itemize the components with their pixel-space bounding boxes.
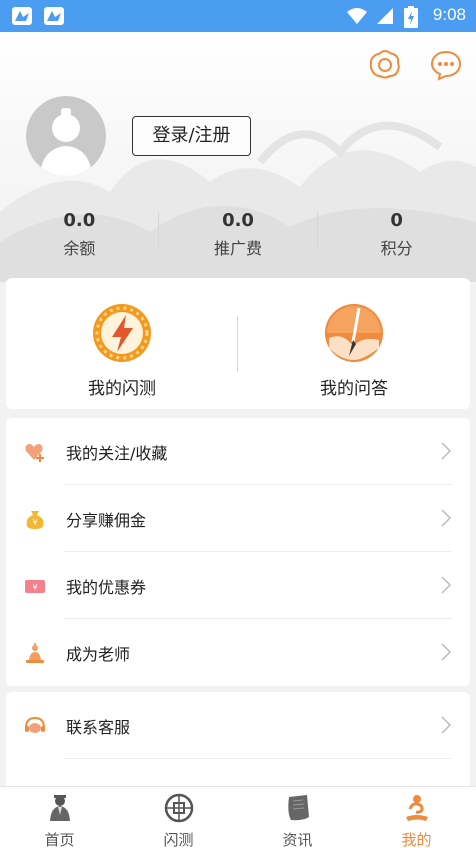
menu-item-label: 成为老师 xyxy=(66,644,131,664)
tab-label: 我的 xyxy=(401,831,432,848)
chevron-right-icon xyxy=(441,643,452,661)
my-figure-icon xyxy=(405,795,428,821)
svg-text:¥: ¥ xyxy=(32,583,37,592)
stat-label: 推广费 xyxy=(214,239,263,258)
tab-label: 闪测 xyxy=(163,831,194,848)
divider xyxy=(237,316,238,372)
coin-pattern-icon xyxy=(164,793,193,823)
stat-points[interactable]: 0 积分 xyxy=(317,208,476,268)
scroll-icon xyxy=(287,795,309,821)
login-register-button[interactable]: 登录/注册 xyxy=(132,116,251,156)
heart-plus-icon xyxy=(25,443,44,462)
tab-label: 首页 xyxy=(44,831,75,848)
quick-action-label: 我的问答 xyxy=(320,379,388,399)
tab-news[interactable]: 资讯 xyxy=(238,787,357,848)
menu-item-favorites[interactable]: 我的关注/收藏 xyxy=(6,418,470,485)
message-icon[interactable] xyxy=(429,48,463,82)
my-qa-button[interactable]: 我的问答 xyxy=(238,278,470,409)
stat-label: 积分 xyxy=(380,239,413,258)
menu-item-customer-service[interactable]: 联系客服 xyxy=(6,692,470,759)
notification-app-icon xyxy=(12,7,32,25)
menu-group-secondary: 联系客服 xyxy=(6,692,470,792)
my-quick-test-button[interactable]: 我的闪测 xyxy=(6,278,238,409)
wifi-icon xyxy=(347,8,367,24)
sage-figure-icon xyxy=(49,795,70,821)
battery-charging-icon xyxy=(404,6,418,28)
stat-value: 0.0 xyxy=(222,210,254,231)
customer-service-icon xyxy=(25,716,45,733)
status-bar: 9:08 xyxy=(0,0,476,32)
coupon-icon: ¥ xyxy=(25,579,45,593)
stat-promotion-fee[interactable]: 0.0 推广费 xyxy=(159,208,318,268)
divider xyxy=(317,212,318,250)
clock-time: 9:08 xyxy=(432,5,466,24)
notification-app-icon xyxy=(44,7,64,25)
svg-text:¥: ¥ xyxy=(32,518,37,527)
stat-balance[interactable]: 0.0 余额 xyxy=(0,208,159,268)
stat-value: 0.0 xyxy=(63,210,96,231)
chevron-right-icon xyxy=(441,509,452,527)
avatar[interactable] xyxy=(26,96,106,176)
menu-item-share-commission[interactable]: ¥ 分享赚佣金 xyxy=(6,485,470,552)
settings-icon[interactable] xyxy=(368,48,402,82)
lightning-badge-icon xyxy=(93,304,151,362)
tab-mine[interactable]: 我的 xyxy=(357,787,476,848)
menu-item-label: 我的优惠券 xyxy=(66,577,147,597)
teacher-icon xyxy=(26,642,44,663)
menu-item-label: 分享赚佣金 xyxy=(66,510,147,530)
menu-group-primary: 我的关注/收藏 ¥ 分享赚佣金 ¥ 我的优惠券 成为老师 xyxy=(6,418,470,686)
quick-action-label: 我的闪测 xyxy=(88,379,156,399)
menu-item-label: 我的关注/收藏 xyxy=(66,443,168,463)
account-stats: 0.0 余额 0.0 推广费 0 积分 xyxy=(0,208,476,268)
profile-header: 登录/注册 0.0 余额 0.0 推广费 0 积分 xyxy=(0,32,476,282)
divider xyxy=(158,212,159,250)
chevron-right-icon xyxy=(441,716,452,734)
tab-label: 资讯 xyxy=(282,831,313,848)
brush-fan-icon xyxy=(325,304,383,362)
menu-item-become-teacher[interactable]: 成为老师 xyxy=(6,619,470,686)
default-avatar-icon xyxy=(40,108,92,176)
tab-home[interactable]: 首页 xyxy=(0,787,119,848)
stat-value: 0 xyxy=(390,210,403,231)
menu-item-coupons[interactable]: ¥ 我的优惠券 xyxy=(6,552,470,619)
divider xyxy=(64,758,452,759)
tab-quick-test[interactable]: 闪测 xyxy=(119,787,238,848)
quick-actions-card: 我的闪测 我的问答 xyxy=(6,278,470,409)
bottom-tab-bar: 首页 闪测 资讯 我的 xyxy=(0,786,476,848)
money-bag-icon: ¥ xyxy=(26,510,44,529)
signal-icon xyxy=(377,8,393,24)
menu-item-label: 联系客服 xyxy=(66,717,131,737)
chevron-right-icon xyxy=(441,576,452,594)
stat-label: 余额 xyxy=(63,239,96,258)
chevron-right-icon xyxy=(441,442,452,460)
